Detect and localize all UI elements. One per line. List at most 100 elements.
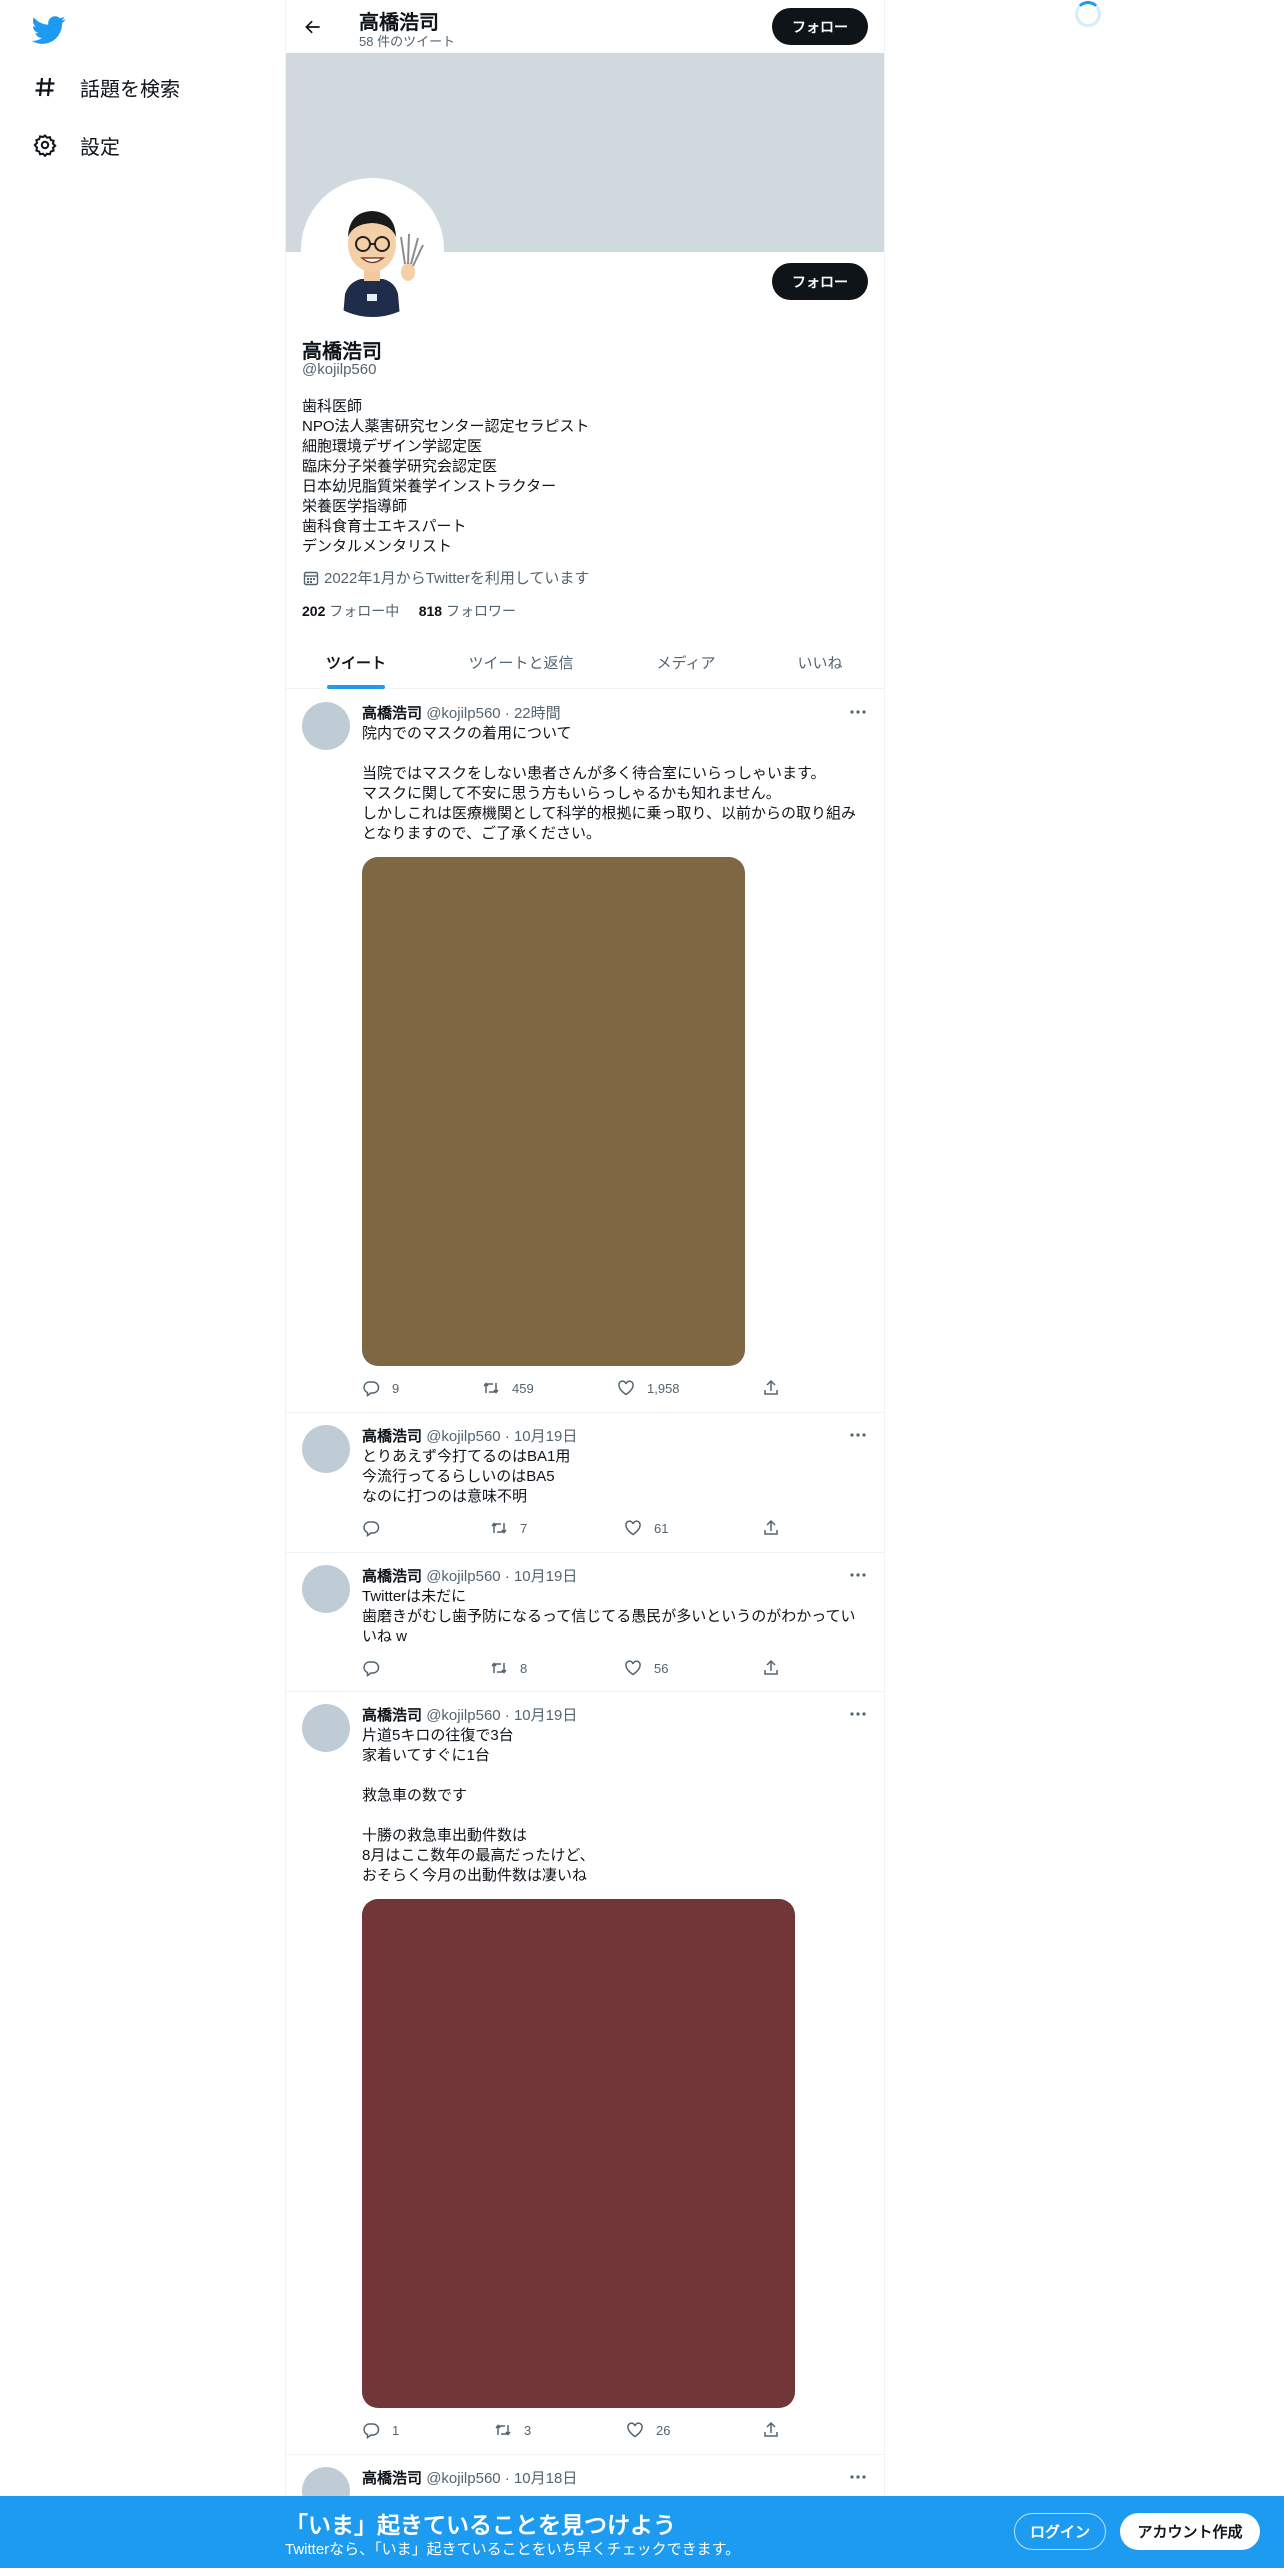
gear-icon bbox=[32, 132, 58, 158]
tweet-meta[interactable]: @kojilp560 · 10月18日 bbox=[426, 2470, 577, 2487]
login-button[interactable]: ログイン bbox=[1014, 2513, 1106, 2550]
share-icon bbox=[764, 1379, 778, 1395]
active-tab-indicator bbox=[327, 685, 385, 689]
tweet-avatar[interactable] bbox=[302, 1565, 350, 1613]
create-account-button[interactable]: アカウント作成 bbox=[1120, 2513, 1260, 2550]
retweet-icon bbox=[491, 1662, 507, 1674]
reply-button[interactable]: 9 bbox=[362, 1379, 399, 1397]
tweet[interactable]: 高橋浩司 @kojilp560 · 10月19日 Twitterは未だに 歯磨き… bbox=[286, 1553, 884, 1692]
tweet-avatar[interactable] bbox=[302, 702, 350, 750]
tab-tweets[interactable]: ツイート bbox=[286, 636, 426, 689]
tweet-text: 片道5キロの往復で3台 家着いてすぐに1台 救急車の数です 十勝の救急車出動件数… bbox=[362, 1727, 595, 1884]
tweet-author-name[interactable]: 高橋浩司 bbox=[362, 1707, 422, 1724]
reply-icon bbox=[363, 2423, 380, 2439]
profile-handle: @kojilp560 bbox=[302, 361, 377, 378]
reply-button[interactable]: 1 bbox=[362, 2421, 399, 2439]
bio-line: 日本幼児脂質栄養学インストラクター bbox=[302, 478, 557, 495]
back-arrow-icon[interactable] bbox=[298, 12, 328, 42]
like-button[interactable]: 26 bbox=[626, 2421, 670, 2439]
heart-icon bbox=[625, 1520, 641, 1536]
profile-follow-button[interactable]: フォロー bbox=[772, 263, 868, 300]
like-button[interactable]: 61 bbox=[624, 1519, 668, 1537]
tweet-header: 高橋浩司 @kojilp560 · 10月19日 bbox=[362, 1565, 577, 1586]
tweet-text: とりあえず今打てるのはBA1用 今流行ってるらしいのはBA5 なのに打つのは意味… bbox=[362, 1448, 571, 1505]
share-button[interactable] bbox=[762, 1659, 780, 1677]
heart-icon bbox=[627, 2422, 643, 2438]
tweet[interactable]: 高橋浩司 @kojilp560 · 10月19日 片道5キロの往復で3台 家着い… bbox=[286, 1692, 884, 2455]
retweet-icon bbox=[495, 2424, 511, 2436]
retweet-button[interactable]: 7 bbox=[490, 1519, 527, 1537]
retweet-button[interactable]: 3 bbox=[494, 2421, 531, 2439]
tweet-header: 高橋浩司 @kojilp560 · 10月19日 bbox=[362, 1425, 577, 1446]
left-sidebar: 話題を検索 設定 bbox=[0, 0, 285, 2568]
profile-tabs: ツイート ツイートと返信 メディア いいね bbox=[286, 636, 884, 689]
more-options-icon[interactable] bbox=[848, 702, 868, 722]
twitter-logo-icon[interactable] bbox=[31, 12, 66, 46]
retweet-button[interactable]: 459 bbox=[482, 1379, 534, 1397]
retweet-button[interactable]: 8 bbox=[490, 1659, 527, 1677]
reply-icon bbox=[363, 1381, 380, 1397]
retweet-icon bbox=[491, 1522, 507, 1534]
calendar-icon bbox=[302, 569, 320, 587]
tweet[interactable]: 高橋浩司 @kojilp560 · 10月19日 とりあえず今打てるのはBA1用… bbox=[286, 1413, 884, 1553]
join-date-text: 2022年1月からTwitterを利用しています bbox=[324, 570, 590, 587]
more-options-icon[interactable] bbox=[848, 1425, 868, 1445]
follow-stats: 202 フォロー中 818 フォロワー bbox=[302, 601, 516, 621]
loading-spinner-icon bbox=[1075, 1, 1101, 27]
signup-banner: 「いま」起きていることを見つけよう Twitterなら、「いま」起きていることを… bbox=[0, 2496, 1284, 2568]
tweet-media-image[interactable] bbox=[362, 857, 745, 1366]
profile-avatar[interactable] bbox=[301, 178, 444, 321]
reply-button[interactable] bbox=[362, 1519, 392, 1537]
tab-tweets-replies[interactable]: ツイートと返信 bbox=[426, 636, 616, 689]
retweet-icon bbox=[483, 1382, 499, 1394]
tab-media[interactable]: メディア bbox=[616, 636, 756, 689]
reply-icon bbox=[363, 1521, 380, 1537]
header-follow-button[interactable]: フォロー bbox=[772, 8, 868, 45]
tweet-author-name[interactable]: 高橋浩司 bbox=[362, 2470, 422, 2487]
tweet-meta[interactable]: @kojilp560 · 10月19日 bbox=[426, 1568, 577, 1585]
profile-name: 高橋浩司 bbox=[302, 341, 382, 363]
profile-bio: 歯科医師 NPO法人薬害研究センター認定セラピスト 細胞環境デザイン学認定医 臨… bbox=[302, 397, 590, 557]
tweet[interactable]: 高橋浩司 @kojilp560 · 22時間 院内でのマスクの着用について 当院… bbox=[286, 690, 884, 1413]
more-options-icon[interactable] bbox=[848, 2467, 868, 2487]
like-button[interactable]: 1,958 bbox=[617, 1379, 680, 1397]
sidebar-item-label: 話題を検索 bbox=[80, 78, 180, 101]
share-button[interactable] bbox=[762, 2421, 780, 2439]
join-date: 2022年1月からTwitterを利用しています bbox=[302, 567, 589, 588]
signup-banner-title: 「いま」起きていることを見つけよう bbox=[285, 2512, 676, 2538]
more-options-icon[interactable] bbox=[848, 1704, 868, 1724]
followers-link[interactable]: 818 フォロワー bbox=[419, 603, 516, 619]
tweet-text: 院内でのマスクの着用について 当院ではマスクをしない患者さんが多く待合室にいらっ… bbox=[362, 725, 856, 842]
bio-line: デンタルメンタリスト bbox=[302, 538, 453, 555]
reply-button[interactable] bbox=[362, 1659, 392, 1677]
like-button[interactable]: 56 bbox=[624, 1659, 668, 1677]
tweet-media-image[interactable] bbox=[362, 1899, 795, 2408]
tweet-meta[interactable]: @kojilp560 · 10月19日 bbox=[426, 1707, 577, 1724]
bio-line: 臨床分子栄養学研究会認定医 bbox=[302, 458, 498, 475]
tweet-header: 高橋浩司 @kojilp560 · 10月18日 bbox=[362, 2467, 577, 2488]
tweet-author-name[interactable]: 高橋浩司 bbox=[362, 1568, 422, 1585]
tweet-meta[interactable]: @kojilp560 · 22時間 bbox=[426, 705, 560, 722]
following-link[interactable]: 202 フォロー中 bbox=[302, 603, 399, 619]
profile-column: 高橋浩司 58 件のツイート フォロー フォロー 高橋浩司 @kojilp560… bbox=[285, 0, 885, 2568]
tweet-avatar[interactable] bbox=[302, 1704, 350, 1752]
bio-line: 細胞環境デザイン学認定医 bbox=[302, 438, 483, 455]
tab-likes[interactable]: いいね bbox=[756, 636, 884, 689]
tweet-avatar[interactable] bbox=[302, 1425, 350, 1473]
sidebar-item-settings[interactable]: 設定 bbox=[32, 125, 120, 165]
tweet-text: Twitterは未だに 歯磨きがむし歯予防になるって信じてる愚民が多いというのが… bbox=[362, 1588, 856, 1645]
tweet-count: 58 件のツイート bbox=[359, 34, 456, 49]
sidebar-item-explore[interactable]: 話題を検索 bbox=[32, 67, 180, 107]
share-button[interactable] bbox=[762, 1519, 780, 1537]
tweet-header: 高橋浩司 @kojilp560 · 22時間 bbox=[362, 702, 561, 723]
tweet-author-name[interactable]: 高橋浩司 bbox=[362, 1428, 422, 1445]
bio-line: NPO法人薬害研究センター認定セラピスト bbox=[302, 418, 590, 435]
tweet-header: 高橋浩司 @kojilp560 · 10月19日 bbox=[362, 1704, 577, 1725]
more-options-icon[interactable] bbox=[848, 1565, 868, 1585]
tweet-meta[interactable]: @kojilp560 · 10月19日 bbox=[426, 1428, 577, 1445]
tweet-actions: 9 459 1,958 bbox=[362, 1379, 792, 1399]
tweet-author-name[interactable]: 高橋浩司 bbox=[362, 705, 422, 722]
share-icon bbox=[764, 1519, 778, 1535]
share-icon bbox=[764, 2421, 778, 2437]
share-button[interactable] bbox=[762, 1379, 780, 1397]
